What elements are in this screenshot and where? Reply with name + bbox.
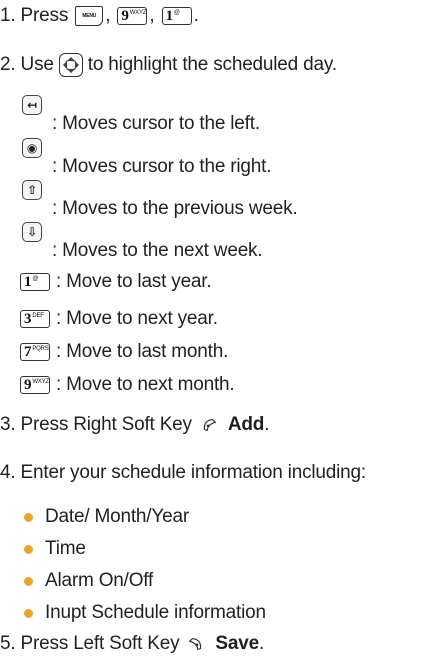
left-key-icon: ↤ <box>22 95 42 115</box>
key-9-icon: 9 WXYZ <box>117 7 148 25</box>
bullet-item: Alarm On/Off <box>24 570 153 592</box>
nav-item-text: : Moves cursor to the right. <box>52 156 272 177</box>
bullet-text: Inupt Schedule information <box>45 602 266 623</box>
bullet-dot-icon <box>24 608 33 618</box>
bullet-item: Time <box>24 538 86 560</box>
step-number: 2. <box>0 54 16 75</box>
nav-key-icon <box>58 53 83 77</box>
key-item-text: : Move to last month. <box>56 341 229 362</box>
save-label: Save <box>215 633 259 654</box>
key-9-icon: 9 WXYZ <box>20 376 50 394</box>
nav-item: ↤ : Moves cursor to the left. <box>22 95 260 135</box>
key-item-text: : Move to last year. <box>56 271 212 292</box>
key-item: 9 WXYZ : Move to next month. <box>20 374 235 396</box>
step-number: 1. <box>0 5 16 26</box>
step-5: 5. Press Left Soft Key Save. <box>0 633 265 654</box>
bullet-text: Date/ Month/Year <box>45 506 189 527</box>
add-label: Add <box>227 414 265 435</box>
up-key-icon: ⇧ <box>22 180 42 200</box>
left-soft-key-icon <box>188 637 202 651</box>
step-2: 2. Use to highlight the scheduled day. <box>0 53 337 77</box>
bullet-item: Date/ Month/Year <box>24 506 189 528</box>
right-key-icon: ◉ <box>22 138 42 158</box>
step-4: 4. Enter your schedule information inclu… <box>0 462 366 483</box>
key-item-text: : Move to next year. <box>56 308 218 329</box>
down-key-icon: ⇩ <box>22 222 42 242</box>
nav-item-text: : Moves cursor to the left. <box>52 113 260 134</box>
nav-item: ⇧ : Moves to the previous week. <box>22 180 298 220</box>
nav-item: ◉ : Moves cursor to the right. <box>22 138 272 178</box>
nav-item: ⇩ : Moves to the next week. <box>22 222 263 262</box>
bullet-text: Alarm On/Off <box>45 570 154 591</box>
right-soft-key-icon <box>203 418 217 432</box>
key-7-icon: 7 PQRS <box>20 343 50 361</box>
bullet-dot-icon <box>24 544 33 554</box>
bullet-dot-icon <box>24 576 33 586</box>
key-item: 1 @ : Move to last year. <box>20 271 212 293</box>
key-3-icon: 3 DEF <box>20 310 50 328</box>
step-1: 1. Press MENU, 9 WXYZ, 1 @. <box>0 5 199 26</box>
key-1-icon: 1 @ <box>20 273 50 291</box>
key-1-icon: 1 @ <box>161 7 192 25</box>
nav-item-text: : Moves to the previous week. <box>52 198 298 219</box>
nav-item-text: : Moves to the next week. <box>52 240 263 261</box>
step-3: 3. Press Right Soft Key Add. <box>0 414 270 435</box>
key-item: 7 PQRS : Move to last month. <box>20 341 228 363</box>
bullet-dot-icon <box>24 512 33 522</box>
key-item: 3 DEF : Move to next year. <box>20 308 218 330</box>
key-item-text: : Move to next month. <box>56 374 235 395</box>
menu-key-icon: MENU <box>75 6 104 26</box>
bullet-item: Inupt Schedule information <box>24 602 266 624</box>
bullet-text: Time <box>45 538 86 559</box>
step-text: Press <box>20 5 69 26</box>
